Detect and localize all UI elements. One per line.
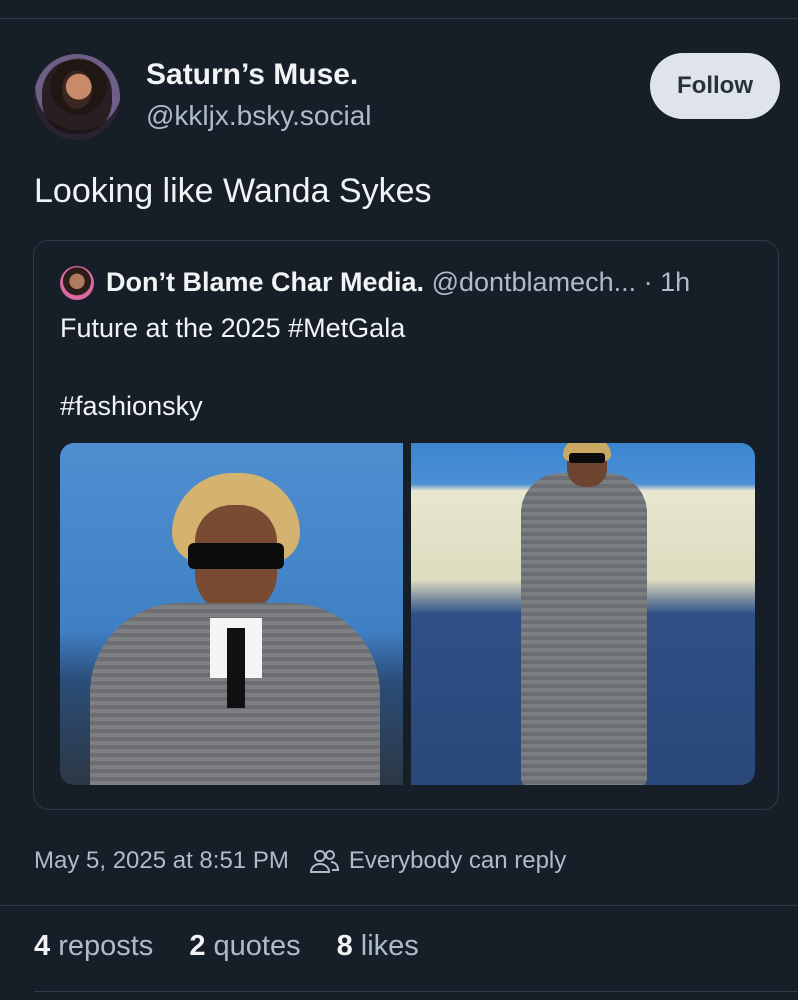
reposts-stat[interactable]: 4 reposts [34,930,153,963]
post-text: Looking like Wanda Sykes [34,172,432,210]
quotes-stat[interactable]: 2 quotes [189,930,300,963]
follow-button[interactable]: Follow [650,53,780,119]
quote-image-2[interactable] [411,443,755,785]
post-meta: May 5, 2025 at 8:51 PM Everybody can rep… [34,847,566,875]
quote-header: Don’t Blame Char Media. @dontblamech... … [106,267,690,298]
author-handle[interactable]: @kkljx.bsky.social [146,100,372,132]
post-timestamp: May 5, 2025 at 8:51 PM [34,847,289,874]
quote-separator: · [643,267,653,297]
reply-setting[interactable]: Everybody can reply [349,847,566,875]
people-icon [309,848,339,874]
likes-stat[interactable]: 8 likes [337,930,419,963]
post-stats: 4 reposts 2 quotes 8 likes [34,930,419,963]
quote-text-line1: Future at the 2025 #MetGala [60,313,406,343]
author-display-name[interactable]: Saturn’s Muse. [146,58,358,92]
stats-divider-bottom [34,991,798,992]
quote-image-1[interactable] [60,443,403,785]
stats-divider-top [0,905,798,906]
author-avatar[interactable] [34,54,120,140]
quote-time: 1h [660,267,691,297]
quote-text-hashtag[interactable]: #fashionsky [60,391,203,422]
quoted-post[interactable]: Don’t Blame Char Media. @dontblamech... … [33,240,779,810]
top-divider [0,18,798,19]
quote-author-handle[interactable]: @dontblamech... [432,267,637,297]
quote-author-name[interactable]: Don’t Blame Char Media. [106,267,424,297]
quote-author-avatar[interactable] [60,266,94,300]
